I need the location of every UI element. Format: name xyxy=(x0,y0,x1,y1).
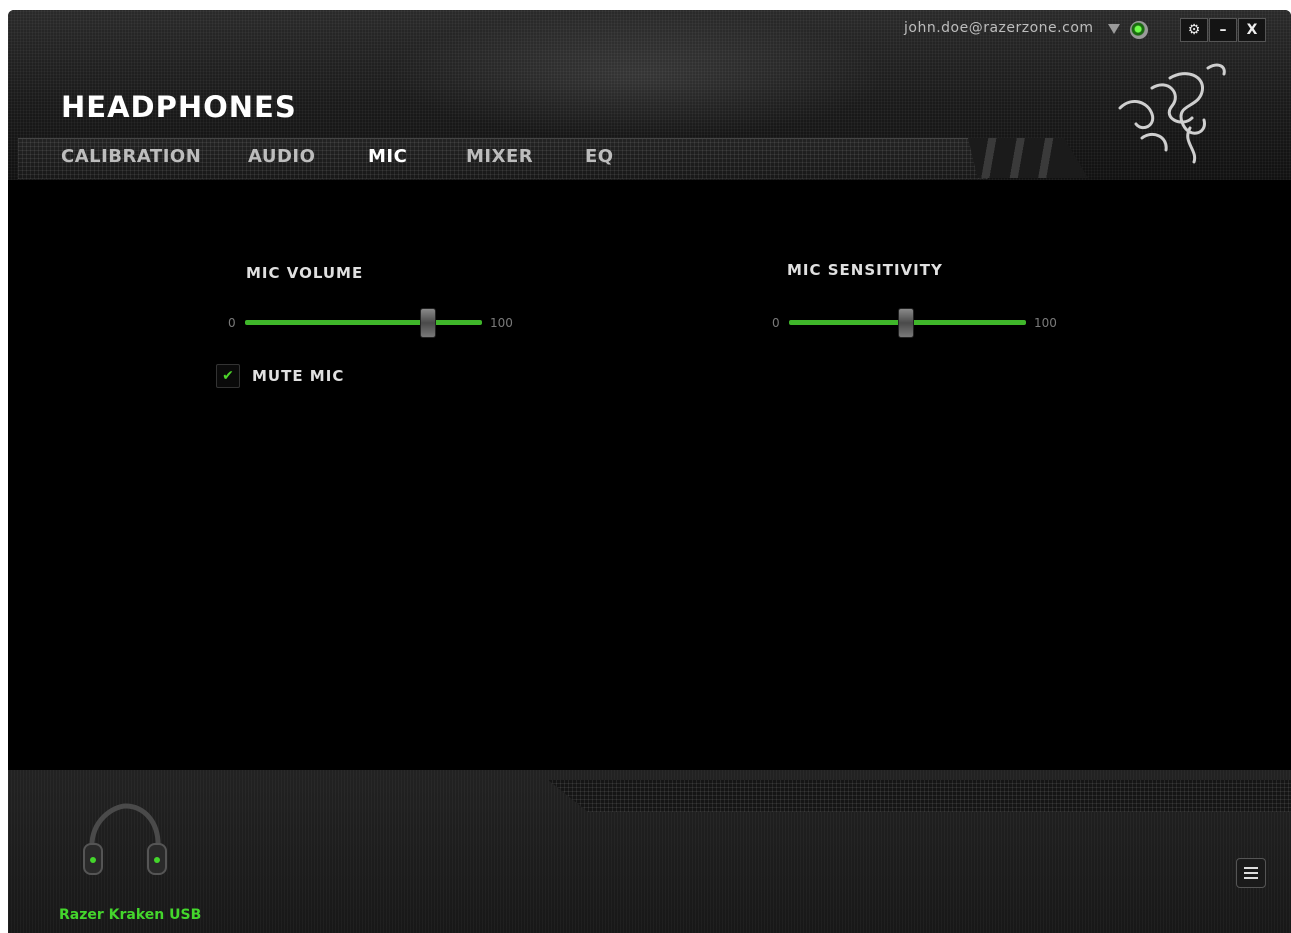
checkmark-icon: ✔ xyxy=(222,368,234,384)
mic-sensitivity-min: 0 xyxy=(772,316,780,330)
gear-icon: ⚙ xyxy=(1187,22,1201,38)
tab-strip-decoration xyxy=(968,138,1088,178)
tab-mixer[interactable]: MIXER xyxy=(466,146,533,167)
mic-sensitivity-label: MIC SENSITIVITY xyxy=(787,261,943,279)
mic-volume-min: 0 xyxy=(228,316,236,330)
mic-sensitivity-max: 100 xyxy=(1034,316,1057,330)
menu-icon-line xyxy=(1244,877,1258,879)
tab-eq[interactable]: EQ xyxy=(585,146,614,167)
app-window: john.doe@razerzone.com ⚙ – X HEADPHONES … xyxy=(8,10,1291,933)
headset-icon[interactable] xyxy=(80,800,170,885)
mic-volume-slider-thumb[interactable] xyxy=(420,308,437,338)
tab-bar: CALIBRATION AUDIO MIC MIXER EQ xyxy=(8,134,1291,182)
mic-volume-slider-track[interactable] xyxy=(245,320,482,325)
device-name: Razer Kraken USB xyxy=(59,907,202,923)
mic-volume-label: MIC VOLUME xyxy=(246,264,364,282)
header: john.doe@razerzone.com ⚙ – X HEADPHONES … xyxy=(8,10,1291,180)
header-shine xyxy=(388,10,888,140)
menu-icon-line xyxy=(1244,872,1258,874)
mic-volume-max: 100 xyxy=(490,316,513,330)
tab-audio[interactable]: AUDIO xyxy=(248,146,315,167)
mute-mic-label: MUTE MIC xyxy=(252,367,345,385)
account-email[interactable]: john.doe@razerzone.com xyxy=(904,20,1094,36)
account-dropdown-icon[interactable] xyxy=(1108,24,1120,34)
menu-icon-line xyxy=(1244,867,1258,869)
tab-mic[interactable]: MIC xyxy=(368,146,407,167)
tab-calibration[interactable]: CALIBRATION xyxy=(61,146,201,167)
page-title: HEADPHONES xyxy=(61,90,297,124)
minimize-button[interactable]: – xyxy=(1209,18,1237,42)
mute-mic-checkbox[interactable]: ✔ xyxy=(216,364,240,388)
menu-button[interactable] xyxy=(1236,858,1266,888)
settings-button[interactable]: ⚙ xyxy=(1180,18,1208,42)
mic-sensitivity-slider-thumb[interactable] xyxy=(898,308,915,338)
close-button[interactable]: X xyxy=(1238,18,1266,42)
footer: Razer Kraken USB xyxy=(8,770,1291,933)
footer-strip-decoration xyxy=(548,780,1291,812)
online-status-icon xyxy=(1130,21,1148,39)
